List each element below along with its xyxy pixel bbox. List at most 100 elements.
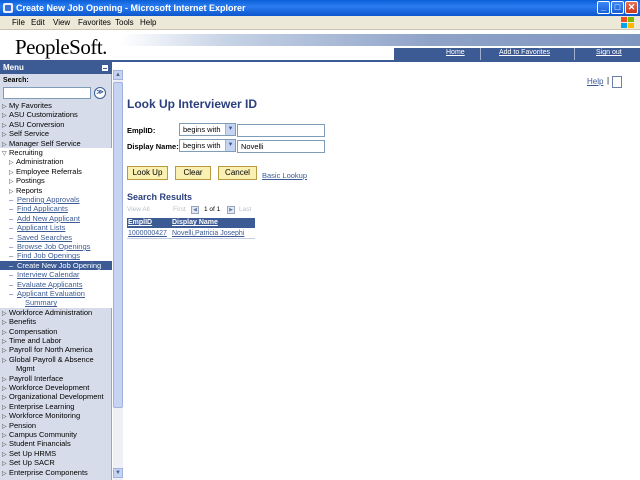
sidebar-item-label: Campus Community: [9, 430, 77, 439]
header-decoration: [120, 34, 640, 46]
sidebar-item-label: Mgmt: [16, 364, 35, 374]
display-name-operator-value: begins with: [183, 141, 221, 150]
sidebar-item-label: Workforce Development: [9, 383, 90, 392]
peoplesoft-logo: PeopleSoft.: [15, 35, 107, 59]
window-titlebar: Create New Job Opening - Microsoft Inter…: [0, 0, 640, 16]
maximize-button[interactable]: □: [611, 1, 624, 14]
sidebar-item-label: Set Up SACR: [9, 458, 55, 468]
display-name-operator-select[interactable]: begins with ▼: [179, 139, 236, 152]
scroll-thumb[interactable]: [113, 82, 123, 408]
left-menu-pane: Menu Search: ≫ ▷ My Favorites ▷ ASU Customi…: [0, 62, 112, 480]
sidebar-item-label: Organizational Development: [9, 392, 104, 402]
menu-view[interactable]: View: [53, 17, 70, 29]
look-up-button[interactable]: Look Up: [127, 166, 168, 180]
chevron-down-icon: ▼: [225, 140, 235, 151]
search-go-button[interactable]: ≫: [94, 87, 106, 99]
emplid-input[interactable]: [237, 124, 325, 137]
sidebar-item-label: Create New Job Opening: [17, 260, 102, 270]
menu-scrollbar[interactable]: ▲ ▼: [113, 70, 123, 480]
sidebar-item-label: Pension: [9, 420, 37, 430]
new-window-icon[interactable]: [612, 76, 622, 88]
page-title: Look Up Interviewer ID: [127, 97, 258, 111]
nav-separator: [574, 48, 575, 60]
view-all-link[interactable]: View All: [127, 206, 150, 213]
search-results-title: Search Results: [127, 192, 193, 202]
sidebar-item-label: Pending Approvals: [17, 195, 80, 204]
chevron-down-icon: ▼: [225, 124, 235, 135]
results-header-row: EmplID Display Name: [127, 218, 255, 228]
row-emplid-link[interactable]: 1000000427: [128, 229, 167, 239]
sidebar-item-label: My Favorites: [9, 101, 52, 110]
ie-icon: [3, 3, 13, 13]
column-emplid[interactable]: EmplID: [128, 218, 152, 228]
minimize-button[interactable]: _: [597, 1, 610, 14]
sidebar-item-label: Self Service: [9, 129, 50, 139]
sidebar-item-label: Enterprise Components: [9, 467, 88, 477]
menu-title: Menu: [3, 63, 24, 72]
nav-separator: [480, 48, 481, 60]
sidebar-item-label: Payroll Interface: [9, 373, 64, 383]
sidebar-item-label: ASU Customizations: [9, 110, 78, 120]
add-to-favorites-link[interactable]: Add to Favorites: [499, 49, 550, 56]
scroll-down-icon[interactable]: ▼: [113, 468, 123, 478]
sidebar-item-label: Workforce Monitoring: [9, 411, 81, 421]
cancel-button[interactable]: Cancel: [218, 166, 257, 180]
browser-menubar: File Edit View Favorites Tools Help: [0, 16, 640, 30]
emplid-operator-value: begins with: [183, 125, 221, 134]
menu-favorites[interactable]: Favorites: [78, 17, 111, 29]
collapse-menu-icon[interactable]: [101, 64, 109, 72]
menu-file[interactable]: File: [12, 17, 25, 29]
sidebar-item-label: Reports: [16, 185, 43, 195]
sidebar-item-label: Saved Searches: [17, 232, 73, 242]
table-row[interactable]: 1000000427 Novelli,Patricia Josephi: [127, 229, 255, 239]
emplid-operator-select[interactable]: begins with ▼: [179, 123, 236, 136]
menu-header: Menu: [0, 62, 112, 74]
sidebar-item-label: Postings: [16, 176, 45, 186]
results-pager: View All First ◀ 1 of 1 ▶ Last: [127, 206, 255, 216]
close-button[interactable]: ✕: [625, 1, 638, 14]
scroll-up-icon[interactable]: ▲: [113, 70, 123, 80]
sidebar-item-label: Global Payroll & Absence: [9, 354, 94, 364]
help-link[interactable]: Help: [587, 77, 603, 86]
sidebar-item-label: Find Job Openings: [17, 251, 80, 261]
help-separator: |: [607, 76, 610, 85]
next-icon[interactable]: ▶: [227, 206, 235, 214]
menu-edit[interactable]: Edit: [31, 17, 45, 29]
sidebar-item-label: Student Financials: [9, 439, 71, 449]
emplid-label: EmplID:: [127, 126, 156, 135]
sidebar-item-label: Browse Job Openings: [17, 242, 91, 251]
sidebar-item[interactable]: ▷ Enterprise Components: [0, 468, 112, 478]
header-nav: Home Add to Favorites Sign out: [394, 48, 640, 60]
sidebar-item-label: Add New Applicant: [17, 213, 80, 223]
menu-search-input[interactable]: [3, 87, 91, 99]
sidebar-item-label: Workforce Administration: [9, 307, 93, 317]
sidebar-item-label: Employee Referrals: [16, 166, 82, 176]
menu-help[interactable]: Help: [140, 17, 156, 29]
menu-tools[interactable]: Tools: [115, 17, 134, 29]
clear-button[interactable]: Clear: [175, 166, 211, 180]
page-count: 1 of 1: [204, 206, 221, 213]
sidebar-item-label: Payroll for North America: [9, 345, 93, 355]
triangle-right-icon: ▷: [2, 470, 7, 477]
basic-lookup-link[interactable]: Basic Lookup: [262, 171, 307, 180]
row-display-name-link[interactable]: Novelli,Patricia Josephi: [172, 229, 244, 239]
display-name-input[interactable]: Novelli: [237, 140, 325, 153]
sidebar-item-label: Recruiting: [9, 148, 43, 157]
home-link[interactable]: Home: [446, 49, 465, 56]
sidebar-item-label: Find Applicants: [17, 204, 68, 214]
sidebar-item-label: Applicant Lists: [17, 223, 66, 233]
sidebar-item-label: Administration: [16, 157, 64, 167]
sign-out-link[interactable]: Sign out: [596, 49, 622, 56]
sidebar-item-label: Summary: [25, 298, 58, 308]
previous-icon[interactable]: ◀: [191, 206, 199, 214]
sidebar-item-label: Enterprise Learning: [9, 401, 75, 411]
sidebar-item-label: Compensation: [9, 326, 58, 336]
sidebar-item-label: Interview Calendar: [17, 270, 80, 280]
last-link[interactable]: Last: [239, 206, 251, 213]
first-link[interactable]: First: [173, 206, 186, 213]
column-display-name[interactable]: Display Name: [172, 218, 218, 228]
sidebar-item-label: Time and Labor: [9, 336, 62, 345]
sidebar-item-label: Manager Self Service: [9, 138, 81, 148]
menu-search-label: Search:: [3, 77, 29, 84]
sidebar-item-label: Evaluate Applicants: [17, 279, 83, 289]
